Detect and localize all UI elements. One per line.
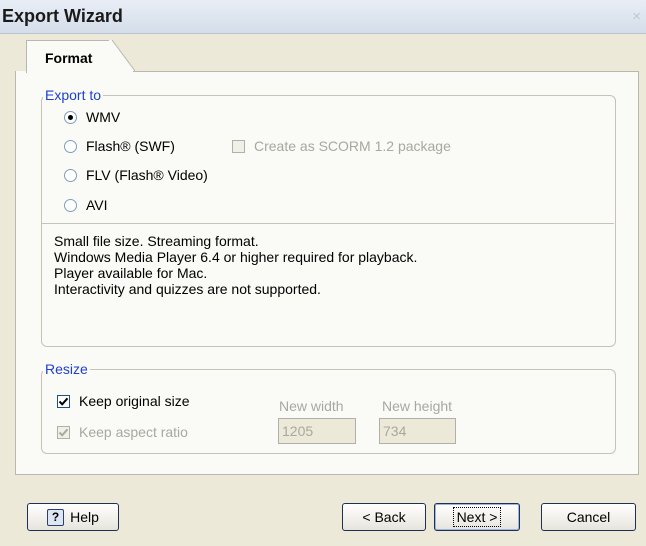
next-button[interactable]: Next > [434, 503, 520, 531]
new-width-label: New width [279, 398, 344, 414]
radio-wmv-label: WMV [86, 109, 121, 125]
radio-avi-label: AVI [86, 197, 108, 213]
description-line: Player available for Mac. [54, 265, 208, 281]
tab-format-label: Format [45, 50, 93, 66]
scorm-checkbox-control [232, 139, 245, 153]
scorm-checkbox-label: Create as SCORM 1.2 package [254, 138, 451, 154]
radio-flash-swf-control[interactable] [64, 139, 77, 153]
description-line: Small file size. Streaming format. [54, 233, 259, 249]
back-button[interactable]: < Back [342, 503, 426, 531]
cancel-button[interactable]: Cancel [541, 503, 636, 531]
format-description: Small file size. Streaming format. Windo… [54, 233, 417, 297]
keep-aspect-ratio-label: Keep aspect ratio [79, 424, 188, 440]
radio-avi[interactable]: AVI [64, 196, 108, 214]
new-width-field: 1205 [278, 418, 356, 444]
tab-panel-border [133, 71, 638, 72]
radio-flv[interactable]: FLV (Flash® Video) [64, 166, 208, 184]
cancel-button-label: Cancel [566, 509, 611, 525]
tab-edge [109, 40, 135, 72]
radio-flv-label: FLV (Flash® Video) [86, 167, 208, 183]
checkmark-icon [58, 428, 69, 437]
keep-original-size-label: Keep original size [79, 393, 190, 409]
new-height-label: New height [382, 398, 453, 414]
export-to-group [41, 95, 616, 347]
description-line: Windows Media Player 6.4 or higher requi… [54, 249, 418, 265]
keep-original-size-control[interactable] [57, 394, 70, 408]
close-icon[interactable]: × [632, 8, 641, 25]
format-description-divider [42, 223, 614, 224]
resize-legend: Resize [43, 361, 90, 377]
new-height-field: 734 [379, 418, 456, 444]
radio-wmv[interactable]: WMV [64, 108, 120, 126]
keep-aspect-ratio-control [57, 425, 70, 439]
next-button-label: Next > [452, 507, 502, 527]
keep-aspect-ratio-checkbox: Keep aspect ratio [57, 423, 188, 441]
window-title: Export Wizard [2, 6, 123, 26]
checkmark-icon [58, 397, 69, 406]
description-line: Interactivity and quizzes are not suppor… [54, 281, 321, 297]
radio-avi-control[interactable] [64, 198, 77, 212]
radio-wmv-control[interactable] [64, 110, 77, 124]
title-bar: Export Wizard × [0, 0, 646, 34]
radio-flash-swf[interactable]: Flash® (SWF) [64, 137, 175, 155]
radio-flv-control[interactable] [64, 168, 77, 182]
export-to-legend: Export to [43, 87, 104, 103]
help-button[interactable]: ? Help [27, 503, 119, 531]
back-button-label: < Back [362, 509, 406, 525]
help-button-label: Help [70, 509, 99, 525]
help-icon: ? [47, 508, 65, 526]
scorm-checkbox: Create as SCORM 1.2 package [232, 137, 451, 155]
radio-flash-swf-label: Flash® (SWF) [86, 138, 175, 154]
keep-original-size-checkbox[interactable]: Keep original size [57, 392, 190, 410]
